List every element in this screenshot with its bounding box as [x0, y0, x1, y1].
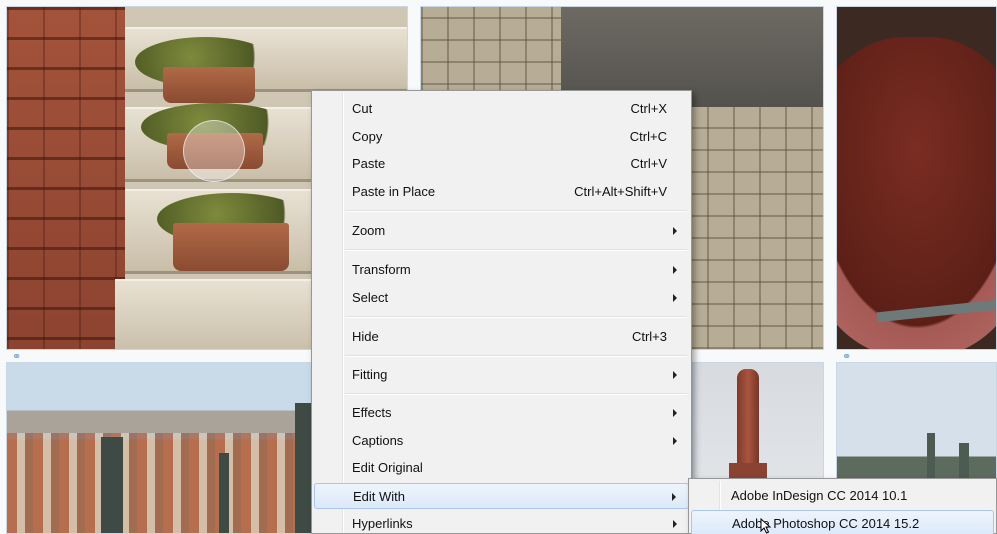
flower-pot	[173, 223, 289, 271]
spire	[959, 443, 969, 483]
menu-item-label: Fitting	[352, 367, 388, 382]
roof-tiles	[7, 7, 125, 349]
submenu-item-indesign[interactable]: Adobe InDesign CC 2014 10.1	[691, 483, 994, 509]
menu-item-label: Captions	[352, 433, 404, 448]
submenu-arrow-icon	[673, 409, 677, 417]
menu-item-paste[interactable]: Paste Ctrl+V	[314, 151, 689, 177]
submenu-arrow-icon	[673, 520, 677, 528]
menu-item-transform[interactable]: Transform	[314, 257, 689, 283]
spire	[927, 433, 935, 483]
link-icon[interactable]: ⚭	[842, 351, 860, 362]
mouse-pointer-icon	[760, 518, 772, 534]
submenu-arrow-icon	[672, 493, 676, 501]
menu-item-shortcut: Ctrl+X	[630, 101, 667, 116]
menu-separator	[345, 249, 687, 251]
submenu-item-label: Adobe InDesign CC 2014 10.1	[731, 488, 908, 503]
menu-item-label: Paste	[352, 156, 386, 171]
menu-separator	[345, 210, 687, 212]
menu-item-captions[interactable]: Captions	[314, 428, 689, 454]
menu-item-select[interactable]: Select	[314, 285, 689, 311]
indesign-canvas[interactable]: ⚭ ⚭ Cut Ctrl+X Copy Ctrl+C Paste Ctrl+V …	[0, 0, 997, 534]
menu-item-edit-original[interactable]: Edit Original	[314, 455, 689, 481]
menu-item-shortcut: Ctrl+Alt+Shift+V	[574, 184, 667, 199]
city-rooftops	[7, 433, 335, 533]
menu-item-label: Transform	[352, 262, 411, 277]
menu-item-label: Copy	[352, 129, 383, 144]
church-tower	[101, 437, 123, 533]
image-frame-red-dish[interactable]	[836, 6, 997, 350]
menu-item-label: Effects	[352, 405, 392, 420]
submenu-arrow-icon	[673, 371, 677, 379]
menu-item-label: Zoom	[352, 223, 386, 238]
menu-item-shortcut: Ctrl+C	[629, 129, 667, 144]
menu-item-edit-with[interactable]: Edit With	[314, 483, 689, 509]
link-icon[interactable]: ⚭	[12, 351, 30, 362]
menu-separator	[345, 393, 687, 395]
menu-item-fitting[interactable]: Fitting	[314, 362, 689, 388]
menu-item-cut[interactable]: Cut Ctrl+X	[314, 96, 689, 122]
submenu-arrow-icon	[673, 266, 677, 274]
menu-item-shortcut: Ctrl+3	[631, 329, 667, 344]
menu-separator	[345, 355, 687, 357]
image-frame-city-panorama[interactable]	[6, 362, 336, 534]
menu-separator	[345, 316, 687, 318]
content-grabber[interactable]	[183, 120, 245, 182]
menu-item-copy[interactable]: Copy Ctrl+C	[314, 124, 689, 150]
menu-item-zoom[interactable]: Zoom	[314, 218, 689, 244]
menu-item-label: Hide	[352, 329, 379, 344]
submenu-arrow-icon	[673, 437, 677, 445]
statue-base	[729, 463, 767, 479]
context-menu: Cut Ctrl+X Copy Ctrl+C Paste Ctrl+V Past…	[311, 90, 692, 534]
menu-item-label: Edit With	[353, 489, 406, 504]
flower-pot	[163, 67, 255, 103]
church-tower	[219, 453, 229, 533]
menu-item-hide[interactable]: Hide Ctrl+3	[314, 324, 689, 350]
menu-item-label: Edit Original	[352, 460, 423, 475]
submenu-arrow-icon	[673, 294, 677, 302]
menu-item-label: Hyperlinks	[352, 516, 413, 531]
menu-item-label: Cut	[352, 101, 373, 116]
menu-item-effects[interactable]: Effects	[314, 400, 689, 426]
edit-with-submenu: Adobe InDesign CC 2014 10.1 Adobe Photos…	[688, 478, 997, 534]
menu-item-label: Select	[352, 290, 389, 305]
menu-item-shortcut: Ctrl+V	[630, 156, 667, 171]
menu-item-hyperlinks[interactable]: Hyperlinks	[314, 511, 689, 534]
menu-item-label: Paste in Place	[352, 184, 436, 199]
menu-item-paste-in-place[interactable]: Paste in Place Ctrl+Alt+Shift+V	[314, 179, 689, 205]
submenu-item-photoshop[interactable]: Adobe Photoshop CC 2014 15.2	[691, 510, 994, 534]
submenu-arrow-icon	[673, 227, 677, 235]
